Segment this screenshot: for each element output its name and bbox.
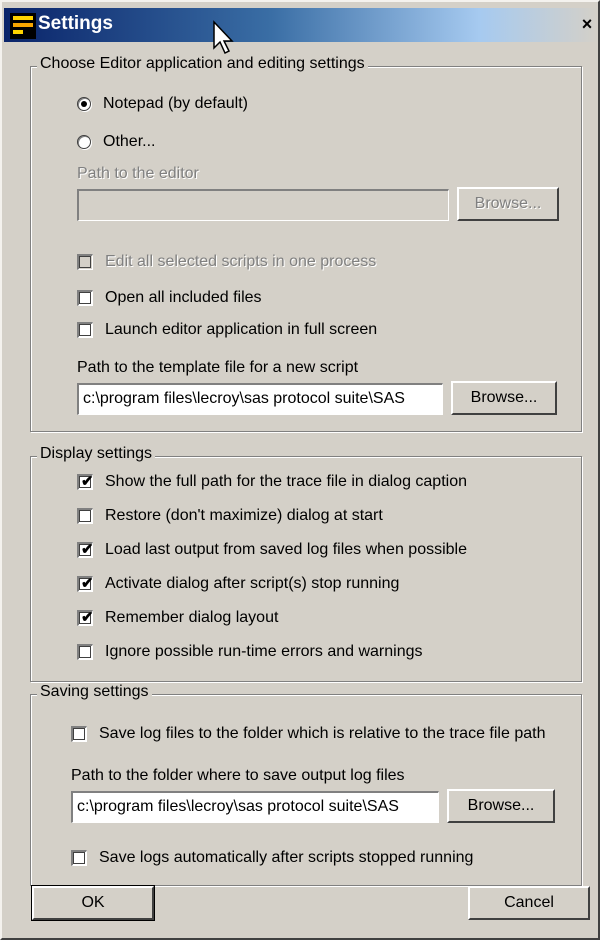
display-option-checkbox[interactable]: ✔ <box>77 609 94 626</box>
fullscreen-label: Launch editor application in full screen <box>105 321 378 338</box>
relative-folder-checkbox[interactable] <box>71 726 87 742</box>
editor-path-label: Path to the editor <box>77 165 199 182</box>
editor-path-input[interactable] <box>77 189 449 221</box>
editor-browse-button[interactable]: Browse... <box>457 187 559 221</box>
editor-group-title: Choose Editor application and editing se… <box>37 55 368 73</box>
auto-save-checkbox[interactable] <box>71 850 87 866</box>
display-option-label: Show the full path for the trace file in… <box>105 473 467 490</box>
mouse-cursor-icon <box>213 20 234 55</box>
dialog-title: Settings <box>38 13 113 34</box>
save-folder-browse-button[interactable]: Browse... <box>447 789 555 823</box>
checkmark-icon: ✔ <box>81 473 94 490</box>
app-icon <box>10 13 36 39</box>
edit-all-checkbox-row[interactable]: Edit all selected scripts in one process <box>77 253 376 271</box>
edit-all-label: Edit all selected scripts in one process <box>105 253 377 270</box>
close-icon: × <box>581 14 593 34</box>
settings-dialog: Settings × Choose Editor application and… <box>0 0 600 940</box>
display-option-checkbox[interactable] <box>77 508 93 524</box>
display-option-label: Restore (don't maximize) dialog at start <box>105 507 383 524</box>
ok-button[interactable]: OK <box>31 885 155 921</box>
display-option-label: Activate dialog after script(s) stop run… <box>105 575 400 592</box>
radio-other-button[interactable] <box>77 135 91 149</box>
save-folder-label: Path to the folder where to save output … <box>71 767 405 784</box>
edit-all-checkbox[interactable] <box>77 254 93 270</box>
radio-notepad[interactable]: Notepad (by default) <box>77 95 248 113</box>
auto-save-label: Save logs automatically after scripts st… <box>99 849 474 866</box>
display-option-label: Remember dialog layout <box>105 609 279 626</box>
saving-settings-group: Saving settings Save log files to the fo… <box>30 683 582 886</box>
fullscreen-checkbox[interactable] <box>77 322 93 338</box>
radio-other[interactable]: Other... <box>77 133 155 151</box>
relative-folder-checkbox-row[interactable]: Save log files to the folder which is re… <box>71 725 545 743</box>
cancel-button[interactable]: Cancel <box>468 886 590 920</box>
display-option-row[interactable]: ✔ Activate dialog after script(s) stop ru… <box>77 575 399 593</box>
template-browse-button[interactable]: Browse... <box>451 381 557 415</box>
display-option-row[interactable]: ✔ Load last output from saved log files w… <box>77 541 467 559</box>
radio-other-label: Other... <box>103 133 156 150</box>
display-settings-group: Display settings ✔ Show the full path for… <box>30 445 582 682</box>
auto-save-checkbox-row[interactable]: Save logs automatically after scripts st… <box>71 849 473 867</box>
display-option-row[interactable]: ✔ Show the full path for the trace file i… <box>77 473 467 491</box>
relative-folder-label: Save log files to the folder which is re… <box>99 725 546 742</box>
display-option-label: Load last output from saved log files wh… <box>105 541 467 558</box>
display-option-row[interactable]: Restore (don't maximize) dialog at start <box>77 507 383 525</box>
display-option-row[interactable]: ✔ Remember dialog layout <box>77 609 278 627</box>
saving-group-title: Saving settings <box>37 683 152 701</box>
template-path-label: Path to the template file for a new scri… <box>77 359 359 376</box>
display-option-checkbox[interactable]: ✔ <box>77 575 94 592</box>
close-button[interactable]: × <box>576 14 598 34</box>
template-path-input[interactable]: c:\program files\lecroy\sas protocol sui… <box>77 383 443 415</box>
open-included-checkbox-row[interactable]: Open all included files <box>77 289 262 307</box>
open-included-checkbox[interactable] <box>77 290 93 306</box>
fullscreen-checkbox-row[interactable]: Launch editor application in full screen <box>77 321 377 339</box>
radio-notepad-button[interactable] <box>77 97 91 111</box>
display-option-checkbox[interactable] <box>77 644 93 660</box>
title-bar: Settings × <box>4 8 598 42</box>
display-option-checkbox[interactable]: ✔ <box>77 541 94 558</box>
display-option-label: Ignore possible run-time errors and warn… <box>105 643 423 660</box>
display-option-row[interactable]: Ignore possible run-time errors and warn… <box>77 643 422 661</box>
display-group-title: Display settings <box>37 445 156 463</box>
display-option-checkbox[interactable]: ✔ <box>77 473 94 490</box>
checkmark-icon: ✔ <box>81 575 94 592</box>
editor-settings-group: Choose Editor application and editing se… <box>30 55 582 432</box>
open-included-label: Open all included files <box>105 289 262 306</box>
save-folder-input[interactable]: c:\program files\lecroy\sas protocol sui… <box>71 791 439 823</box>
checkmark-icon: ✔ <box>81 541 94 558</box>
radio-notepad-label: Notepad (by default) <box>103 95 248 112</box>
checkmark-icon: ✔ <box>81 609 94 626</box>
